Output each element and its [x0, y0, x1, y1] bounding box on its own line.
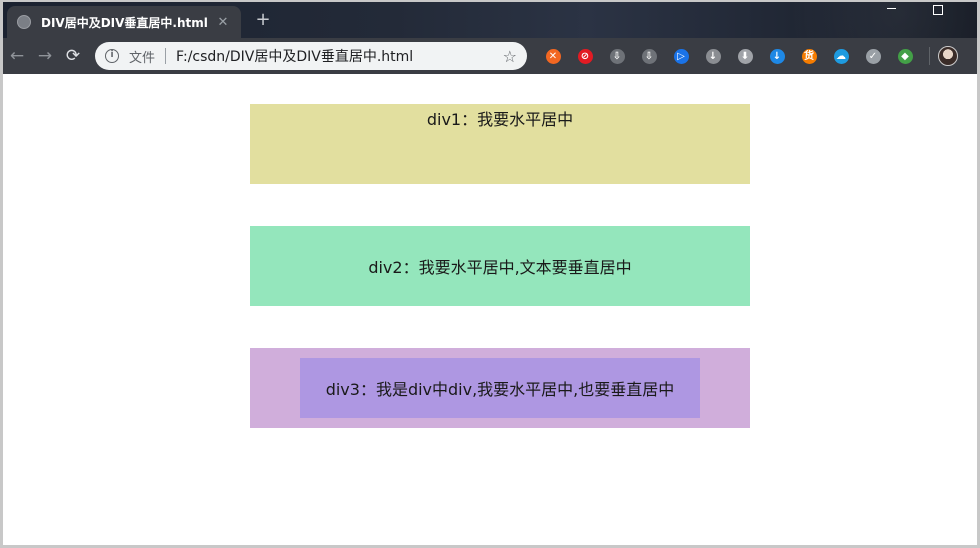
- browser-toolbar: ← → ⟳ i 文件 F:/csdn/DIV居中及DIV垂直居中.html ☆ …: [3, 38, 977, 74]
- ext-download-blue-button[interactable]: ↓: [761, 42, 793, 70]
- tab-title: DIV居中及DIV垂直居中.html: [41, 15, 208, 30]
- extensions-bar: ✕ ⊘ ⇩ ⇩ ▷ ↓ ⬇ ↓ 货 ☁ ✓ ◆: [537, 42, 921, 70]
- reload-button[interactable]: ⟳: [59, 42, 87, 70]
- bookmark-star-icon[interactable]: ☆: [503, 47, 517, 66]
- info-icon[interactable]: i: [105, 49, 119, 63]
- omnibox-divider: [165, 48, 167, 64]
- ext-down-arrow-gray-icon: ⇩: [609, 48, 625, 64]
- ext-play-blue-icon: ▷: [673, 48, 689, 64]
- div3-text: div3：我是div中div,我要水平居中,也要垂直居中: [325, 380, 675, 399]
- ext-cloud-icon: ☁: [833, 48, 849, 64]
- globe-icon: [17, 15, 31, 29]
- ext-orange-circle-button[interactable]: ✕: [537, 42, 569, 70]
- ext-red-circle-button[interactable]: ⊘: [569, 42, 601, 70]
- reload-icon: ⟳: [65, 46, 81, 66]
- ext-download-blue-icon: ↓: [769, 48, 785, 64]
- url-input[interactable]: F:/csdn/DIV居中及DIV垂直居中.html: [176, 46, 503, 66]
- toolbar-divider: [929, 47, 930, 65]
- minimize-button[interactable]: [885, 2, 899, 16]
- ext-colorful-button[interactable]: ◆: [889, 42, 921, 70]
- ext-download-box-button[interactable]: ⬇: [729, 42, 761, 70]
- ext-shield-button[interactable]: ✓: [857, 42, 889, 70]
- ext-download-circle-button[interactable]: ↓: [697, 42, 729, 70]
- div2-box: div2：我要水平居中,文本要垂直居中: [250, 226, 750, 306]
- forward-button[interactable]: →: [31, 42, 59, 70]
- browser-window: DIV居中及DIV垂直居中.html ✕ + ← → ⟳ i 文件 F:/csd…: [0, 0, 980, 548]
- address-bar[interactable]: i 文件 F:/csdn/DIV居中及DIV垂直居中.html ☆: [95, 42, 527, 70]
- profile-avatar[interactable]: [938, 46, 958, 66]
- ext-orange-circle-icon: ✕: [545, 48, 561, 64]
- page-viewport: div1：我要水平居中 div2：我要水平居中,文本要垂直居中 div3：我是d…: [3, 74, 977, 545]
- ext-down-arrow-gray-2-icon: ⇩: [641, 48, 657, 64]
- security-label[interactable]: 文件: [129, 47, 155, 66]
- div1-box: div1：我要水平居中: [250, 104, 750, 184]
- ext-down-arrow-gray-button[interactable]: ⇩: [601, 42, 633, 70]
- new-tab-button[interactable]: +: [253, 10, 273, 30]
- ext-red-circle-icon: ⊘: [577, 48, 593, 64]
- arrow-right-icon: →: [37, 46, 53, 66]
- ext-huo-orange-button[interactable]: 货: [793, 42, 825, 70]
- close-icon[interactable]: ✕: [215, 15, 231, 30]
- arrow-left-icon: ←: [9, 46, 25, 66]
- ext-download-box-icon: ⬇: [737, 48, 753, 64]
- ext-colorful-icon: ◆: [897, 48, 913, 64]
- back-button[interactable]: ←: [3, 42, 31, 70]
- maximize-button[interactable]: [931, 3, 945, 17]
- tab-div-center[interactable]: DIV居中及DIV垂直居中.html ✕: [7, 6, 241, 38]
- tab-strip: DIV居中及DIV垂直居中.html ✕ +: [3, 2, 977, 38]
- ext-huo-orange-icon: 货: [801, 48, 817, 64]
- div3-outer-box: div3：我是div中div,我要水平居中,也要垂直居中: [250, 348, 750, 428]
- div1-text: div1：我要水平居中: [426, 110, 574, 129]
- div3-inner-box: div3：我是div中div,我要水平居中,也要垂直居中: [300, 358, 700, 418]
- div2-text: div2：我要水平居中,文本要垂直居中: [368, 258, 632, 277]
- ext-download-circle-icon: ↓: [705, 48, 721, 64]
- ext-down-arrow-gray-2-button[interactable]: ⇩: [633, 42, 665, 70]
- ext-cloud-button[interactable]: ☁: [825, 42, 857, 70]
- ext-shield-icon: ✓: [865, 48, 881, 64]
- ext-play-blue-button[interactable]: ▷: [665, 42, 697, 70]
